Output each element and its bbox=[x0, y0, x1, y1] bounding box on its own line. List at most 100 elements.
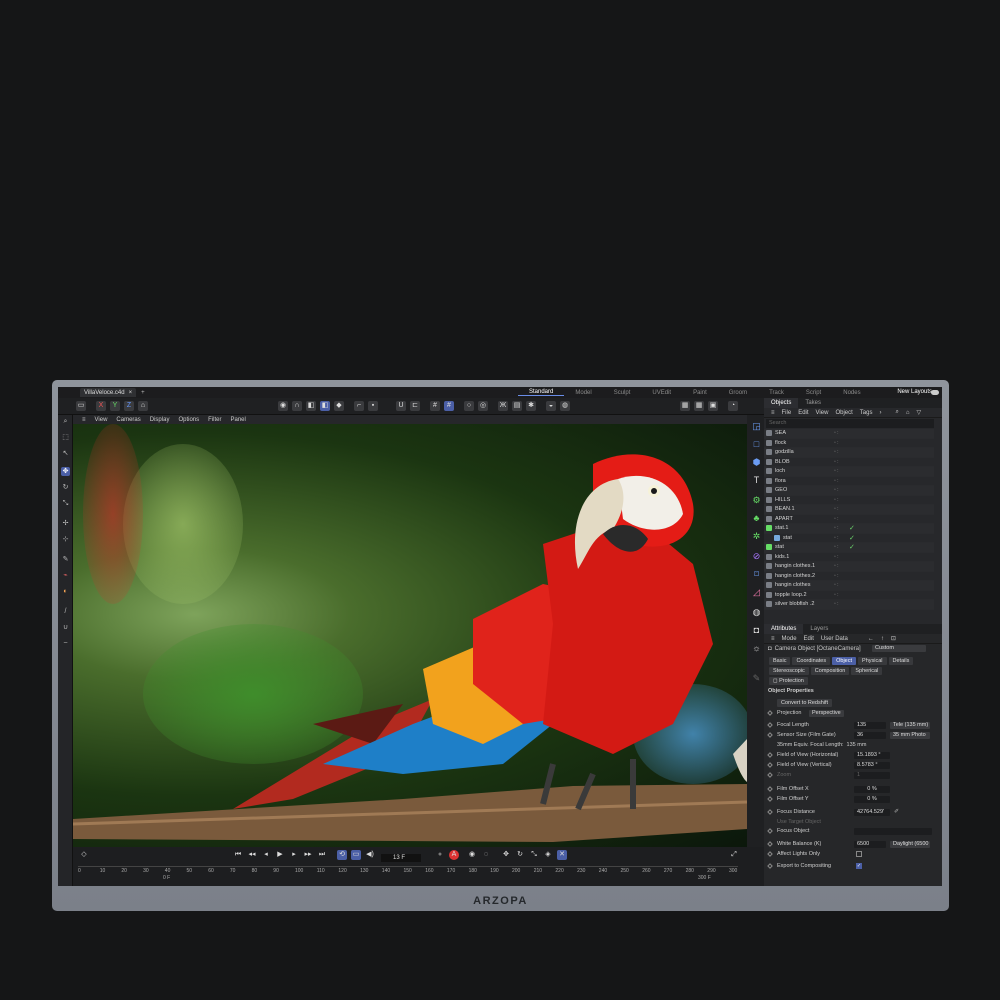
coordinate-system-icon[interactable]: ⌂ bbox=[138, 401, 148, 411]
visibility-flags[interactable]: ▫ : bbox=[834, 449, 839, 455]
param-key-icon[interactable]: ◈ bbox=[543, 850, 553, 860]
layout-tab-standard[interactable]: Standard bbox=[518, 389, 565, 396]
keyframe-icon[interactable] bbox=[767, 796, 773, 802]
check-icon[interactable]: ✓ bbox=[849, 524, 855, 532]
object-row[interactable]: godzilla ▫ : bbox=[764, 448, 934, 458]
check-icon[interactable]: ✓ bbox=[849, 543, 855, 551]
picture-viewer-icon[interactable]: ▣ bbox=[708, 401, 718, 411]
snap-icon[interactable]: U bbox=[396, 401, 406, 411]
sensor-size-input[interactable]: 36 bbox=[854, 732, 886, 739]
close-icon[interactable]: × bbox=[129, 390, 133, 396]
butterfly-icon[interactable]: Ж bbox=[498, 401, 508, 411]
record-disabled-icon[interactable]: ● bbox=[435, 850, 445, 860]
object-row[interactable]: stat ▫ : ✓ bbox=[764, 543, 934, 553]
visibility-flags[interactable]: ▫ : bbox=[834, 582, 839, 588]
visibility-flags[interactable]: ▫ : bbox=[834, 506, 839, 512]
white-balance-input[interactable]: 6500 bbox=[854, 841, 886, 848]
visibility-flags[interactable]: ▫ : bbox=[834, 592, 839, 598]
globe-icon[interactable]: ◍ bbox=[751, 607, 762, 618]
attributes-menu-edit[interactable]: Edit bbox=[804, 636, 814, 642]
hamburger-icon[interactable]: ≡ bbox=[771, 410, 775, 416]
magnet-tool-icon[interactable]: ∪ bbox=[61, 623, 70, 632]
keyframe-icon[interactable] bbox=[767, 841, 773, 847]
focus-distance-input[interactable]: 42764.529' bbox=[854, 809, 890, 816]
back-arrow-icon[interactable]: ← bbox=[868, 636, 874, 642]
range-icon[interactable]: ▭ bbox=[351, 850, 361, 860]
timeline-ruler[interactable]: 0 F 300 F 0 10 20 30 40 50 60 70 80 90 100 110 120 13… bbox=[78, 866, 738, 881]
magnet-icon[interactable]: ∩ bbox=[292, 401, 302, 411]
menu-panel[interactable]: Panel bbox=[230, 417, 245, 423]
focal-length-input[interactable]: 135 bbox=[854, 722, 886, 729]
grid-active-icon[interactable]: # bbox=[444, 401, 454, 411]
object-row[interactable]: HILLS ▫ : bbox=[764, 496, 934, 505]
convert-to-redshift-button[interactable]: Convert to Redshift bbox=[777, 699, 833, 707]
axis-z-button[interactable]: Z bbox=[124, 401, 134, 411]
home-icon[interactable]: ⌂ bbox=[906, 410, 910, 416]
eye-icon[interactable]: ◎ bbox=[478, 401, 488, 411]
ruler-icon[interactable]: ⌐ bbox=[354, 401, 364, 411]
objects-menu-tags[interactable]: Tags bbox=[860, 410, 873, 416]
affect-lights-checkbox[interactable] bbox=[856, 851, 862, 857]
layout-tab-uvedit[interactable]: UVEdit bbox=[641, 390, 682, 396]
menu-display[interactable]: Display bbox=[150, 417, 170, 423]
object-row[interactable]: silver blobfish .2 ▫ : bbox=[764, 600, 934, 610]
move-tool-icon[interactable]: ✥ bbox=[61, 467, 70, 476]
snap-settings-icon[interactable]: ⊏ bbox=[410, 401, 420, 411]
render-cube-icon[interactable]: ◆ bbox=[334, 401, 344, 411]
object-row[interactable]: APART ▫ : bbox=[764, 515, 934, 524]
undo-icon[interactable]: ▭ bbox=[76, 401, 86, 411]
export-compositing-checkbox[interactable]: ✓ bbox=[856, 863, 862, 869]
fill-icon[interactable]: ◐ bbox=[61, 587, 70, 596]
go-to-start-icon[interactable]: ⏮ bbox=[233, 850, 243, 860]
sensor-preset-dropdown[interactable]: 35 mm Photo bbox=[890, 732, 930, 739]
pla-key-icon[interactable]: ✕ bbox=[557, 850, 567, 860]
cube-object-icon[interactable]: ⬢ bbox=[751, 457, 762, 468]
objects-menu-file[interactable]: File bbox=[782, 410, 792, 416]
move-key-icon[interactable]: ✥ bbox=[501, 850, 511, 860]
keyframe-icon[interactable]: ◇ bbox=[79, 850, 89, 860]
paint-icon[interactable]: ⌁ bbox=[61, 571, 70, 580]
next-key-icon[interactable]: ▸▸ bbox=[303, 850, 313, 860]
visibility-flags[interactable]: ▫ : bbox=[834, 459, 839, 465]
sphere-icon[interactable]: ◒ bbox=[546, 401, 556, 411]
subtab-stereoscopic[interactable]: Stereoscopic bbox=[769, 667, 809, 675]
object-row[interactable]: stat ▫ : ✓ bbox=[764, 534, 934, 543]
visibility-flags[interactable]: ▫ : bbox=[834, 601, 839, 607]
select-icon[interactable]: ⬚ bbox=[61, 433, 70, 442]
menu-cameras[interactable]: Cameras bbox=[116, 417, 140, 423]
text-icon[interactable]: T bbox=[751, 475, 762, 486]
layout-tab-paint[interactable]: Paint bbox=[682, 390, 718, 396]
grid-icon[interactable]: # bbox=[430, 401, 440, 411]
keyframe-icon[interactable] bbox=[767, 772, 773, 778]
visibility-flags[interactable]: ▫ : bbox=[834, 563, 839, 569]
gear-icon[interactable]: ✱ bbox=[526, 401, 536, 411]
viewport-render[interactable] bbox=[73, 424, 747, 847]
object-row[interactable]: flock ▫ : bbox=[764, 439, 934, 448]
layout-tab-track[interactable]: Track bbox=[758, 390, 795, 396]
attributes-menu-mode[interactable]: Mode bbox=[782, 636, 797, 642]
light-icon[interactable]: ☼ bbox=[751, 643, 762, 654]
keyframe-icon[interactable] bbox=[767, 851, 773, 857]
visibility-flags[interactable]: ▫ : bbox=[834, 554, 839, 560]
scale-icon[interactable]: ⤡ bbox=[61, 499, 70, 508]
keyframe-icon[interactable] bbox=[767, 752, 773, 758]
object-row[interactable]: BLOB ▫ : bbox=[764, 458, 934, 467]
key-icon[interactable]: ◉ bbox=[467, 850, 477, 860]
spline-icon[interactable]: ~ bbox=[61, 639, 70, 648]
rotate-key-icon[interactable]: ↻ bbox=[515, 850, 525, 860]
subtab-basic[interactable]: Basic bbox=[769, 657, 791, 665]
knife-icon[interactable]: / bbox=[61, 607, 70, 616]
new-layouts-button[interactable]: New Layouts bbox=[897, 389, 932, 395]
custom-dropdown[interactable]: Custom bbox=[872, 645, 926, 652]
rotate-icon[interactable]: ↻ bbox=[61, 483, 70, 492]
subtab-physical[interactable]: Physical bbox=[858, 657, 887, 665]
check-icon[interactable]: ✓ bbox=[849, 534, 855, 542]
subtab-composition[interactable]: Composition bbox=[810, 667, 850, 675]
play-icon[interactable]: ▶ bbox=[275, 850, 285, 860]
camera-object-icon[interactable]: ◲ bbox=[751, 421, 762, 432]
clapper-icon[interactable]: ▦ bbox=[680, 401, 690, 411]
visibility-flags[interactable]: ▫ : bbox=[834, 487, 839, 493]
fov-vertical-input[interactable]: 8.5783 ° bbox=[854, 762, 890, 769]
layout-tab-sculpt[interactable]: Sculpt bbox=[603, 390, 642, 396]
visibility-flags[interactable]: ▫ : bbox=[834, 516, 839, 522]
